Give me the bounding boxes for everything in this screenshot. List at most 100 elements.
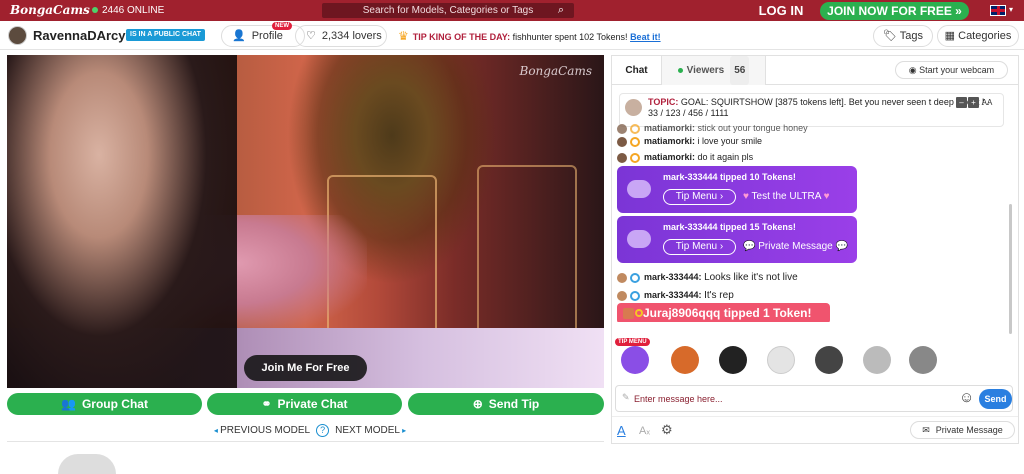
ball-icon[interactable] [863, 346, 891, 374]
private-chat-label: Private Chat [277, 397, 348, 411]
gold-ring-icon [630, 123, 640, 134]
tip-action: ♥ Test the ULTRA ♥ [743, 191, 830, 202]
tip-notification: mark-333444 tipped 10 Tokens! Tip Menu ›… [617, 166, 857, 213]
join-now-button[interactable]: JOIN NOW FOR FREE » [820, 2, 969, 20]
chat-panel: Chat Viewers 56 ◉ Start your webcam TOPIC… [611, 55, 1019, 444]
user-avatar [617, 290, 627, 301]
profile-button[interactable]: 👤 Profile [221, 25, 305, 47]
viewers-count: 56 [730, 56, 750, 85]
language-dropdown-icon[interactable]: ▾ [1009, 5, 1013, 14]
message-text: do it again pls [697, 152, 754, 162]
grid-icon: ▦ [944, 30, 959, 42]
slots-icon[interactable] [815, 346, 843, 374]
font-clear-icon[interactable]: Aₓ [639, 425, 650, 437]
start-webcam-label: Start your webcam [919, 65, 995, 75]
message-user[interactable]: matiamorki: [644, 136, 695, 146]
next-model-link[interactable]: NEXT MODEL [335, 425, 400, 436]
send-button[interactable]: Send [979, 389, 1012, 409]
video-player[interactable]: BongaCams Join Me For Free [7, 55, 604, 388]
send-tip-label: Send Tip [488, 397, 540, 411]
vibrator-icon[interactable] [909, 346, 937, 374]
related-model-thumbnail[interactable] [58, 454, 116, 474]
tag-icon: 🏷 [882, 30, 900, 42]
tip-menu-button[interactable]: Tip Menu › [663, 239, 736, 255]
token-tip-notification: Juraj8906qqq tipped 1 Token! [617, 303, 830, 322]
chat-message: mark-333444: It's rep [617, 289, 734, 302]
collapse-topic-button[interactable]: – [956, 97, 967, 108]
group-icon: 👥 [61, 397, 76, 411]
uk-flag-icon[interactable] [990, 5, 1006, 16]
user-avatar [617, 152, 627, 163]
tip-action-text: Test the ULTRA [751, 191, 821, 202]
tip-action: 💬 Private Message 💬 [743, 241, 848, 252]
message-text: i love your smile [697, 136, 763, 146]
help-icon[interactable]: ? [316, 424, 330, 437]
video-model [7, 55, 237, 388]
login-button[interactable]: LOG IN [744, 3, 818, 19]
expand-topic-button[interactable]: + [968, 97, 979, 108]
chat-tools: A Aₓ ⚙ ✉ Private Message [612, 416, 1018, 443]
tags-button[interactable]: 🏷 Tags [873, 25, 933, 47]
message-user[interactable]: matiamorki: [644, 123, 695, 133]
blue-ring-icon [630, 272, 640, 283]
record-icon[interactable] [719, 346, 747, 374]
beat-it-link[interactable]: Beat it! [630, 32, 661, 42]
wheel-icon[interactable] [671, 346, 699, 374]
private-chat-button[interactable]: ⚭ Private Chat [207, 393, 402, 415]
token-tip-text: Juraj8906qqq tipped 1 Token! [643, 306, 812, 320]
search-icon[interactable]: ⌕ [558, 3, 564, 18]
glasses-icon: ⚭ [261, 397, 272, 411]
model-header: RavennaDArcy IS IN A PUBLIC CHAT 👤 Profil… [0, 21, 1024, 50]
chat-scrollbar[interactable] [1009, 204, 1012, 334]
top-bar: BongaCams 2446 ONLINE Search for Models,… [0, 0, 1024, 21]
speech-bubble-icon: 💬 [743, 241, 759, 252]
user-icon: 👤 [232, 30, 246, 42]
message-text: It's rep [704, 290, 734, 301]
user-avatar [617, 272, 627, 283]
join-me-for-free-button[interactable]: Join Me For Free [244, 355, 367, 381]
gamepad-icon[interactable] [621, 346, 649, 374]
gamepad-icon [627, 180, 651, 198]
previous-model-link[interactable]: PREVIOUS MODEL [220, 425, 310, 436]
search-input[interactable]: Search for Models, Categories or Tags ⌕ [322, 3, 574, 18]
dice-icon[interactable] [767, 346, 795, 374]
message-text: stick out your tongue honey [697, 123, 808, 133]
message-user[interactable]: mark-333444: [644, 290, 702, 300]
user-avatar [617, 136, 627, 147]
tab-chat[interactable]: Chat [612, 56, 662, 85]
tip-king-text: fishhunter spent 102 Tokens! [512, 32, 628, 42]
chat-message: matiamorki: do it again pls [617, 151, 753, 164]
chat-tabs: Chat Viewers 56 ◉ Start your webcam [612, 56, 1018, 85]
model-name[interactable]: RavennaDArcy [33, 28, 126, 43]
message-user[interactable]: matiamorki: [644, 152, 695, 162]
start-webcam-button[interactable]: ◉ Start your webcam [895, 61, 1008, 79]
categories-button[interactable]: ▦ Categories [937, 25, 1019, 47]
model-avatar[interactable] [8, 26, 27, 45]
message-user[interactable]: mark-333444: [644, 272, 702, 282]
site-logo[interactable]: BongaCams [10, 2, 90, 19]
pencil-icon: ✎ [622, 392, 630, 402]
tab-viewers[interactable]: Viewers 56 [662, 56, 766, 85]
font-color-icon[interactable]: A [617, 423, 626, 438]
tip-menu-button[interactable]: Tip Menu › [663, 189, 736, 205]
chat-message: matiamorki: i love your smile [617, 135, 762, 148]
gear-icon[interactable]: ⚙ [661, 422, 673, 438]
lovers-button[interactable]: ♡ 2,334 lovers [295, 25, 387, 47]
status-badge: IS IN A PUBLIC CHAT [126, 29, 205, 41]
send-tip-button[interactable]: ⊕ Send Tip [408, 393, 604, 415]
private-message-label: Private Message [935, 425, 1003, 435]
gold-ring-icon [630, 152, 640, 163]
new-badge: NEW [272, 22, 292, 30]
profile-label: Profile [251, 30, 283, 42]
message-input[interactable] [634, 391, 954, 407]
font-size-button[interactable]: AA [980, 97, 994, 108]
search-placeholder: Search for Models, Categories or Tags [362, 5, 534, 16]
topic-controls: – + AA [955, 97, 994, 108]
emoji-icon[interactable]: ☺ [959, 389, 974, 406]
private-message-button[interactable]: ✉ Private Message [910, 421, 1015, 439]
group-chat-button[interactable]: 👥 Group Chat [7, 393, 202, 415]
tip-king-banner: ♛ TIP KING OF THE DAY: fishhunter spent 1… [398, 29, 661, 43]
user-avatar [617, 123, 627, 134]
heart-icon: ♡ [306, 30, 316, 42]
chat-messages: matiamorki: stick out your tongue honey … [617, 122, 1009, 322]
